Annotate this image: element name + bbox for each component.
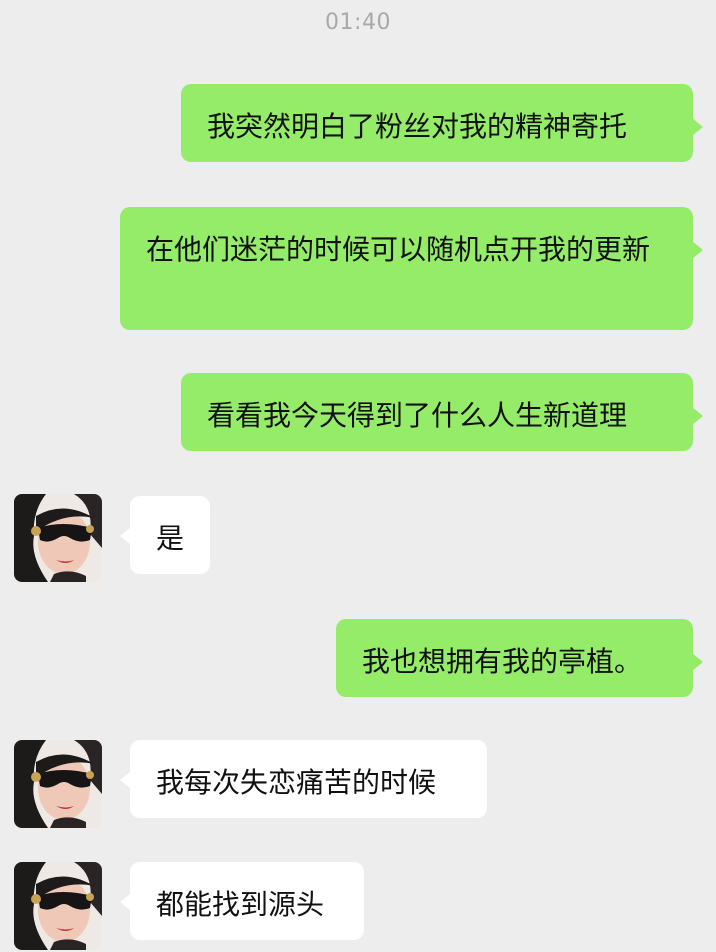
- message-text: 我突然明白了粉丝对我的精神寄托: [207, 110, 628, 143]
- message-text: 在他们迷茫的时候可以随机点开我的更新: [146, 233, 651, 266]
- message-bubble-incoming[interactable]: 我每次失恋痛苦的时候: [120, 740, 487, 818]
- avatar-woman-sunglasses-icon: [14, 740, 102, 828]
- message-bubble-outgoing[interactable]: 我也想拥有我的亭植。: [336, 619, 703, 697]
- contact-avatar[interactable]: [14, 862, 102, 950]
- message-text: 是: [156, 522, 185, 555]
- message-text: 都能找到源头: [156, 888, 325, 921]
- message-text: 我每次失恋痛苦的时候: [156, 766, 437, 799]
- avatar-woman-sunglasses-icon: [14, 862, 102, 950]
- message-bubble-incoming[interactable]: 都能找到源头: [120, 862, 364, 940]
- message-text: 我也想拥有我的亭植。: [362, 645, 643, 678]
- avatar-woman-sunglasses-icon: [14, 494, 102, 582]
- contact-avatar[interactable]: [14, 494, 102, 582]
- message-timestamp: 01:40: [325, 10, 391, 35]
- chat-view: 01:40 我突然明白了粉丝对我的精神寄托 在他们迷茫的时候可以随机点开我的更新…: [0, 0, 716, 952]
- message-text: 看看我今天得到了什么人生新道理: [207, 399, 628, 432]
- message-bubble-outgoing[interactable]: 看看我今天得到了什么人生新道理: [181, 373, 703, 451]
- message-bubble-outgoing[interactable]: 我突然明白了粉丝对我的精神寄托: [181, 84, 703, 162]
- message-bubble-outgoing[interactable]: 在他们迷茫的时候可以随机点开我的更新: [120, 207, 703, 330]
- contact-avatar[interactable]: [14, 740, 102, 828]
- message-bubble-incoming[interactable]: 是: [120, 496, 210, 574]
